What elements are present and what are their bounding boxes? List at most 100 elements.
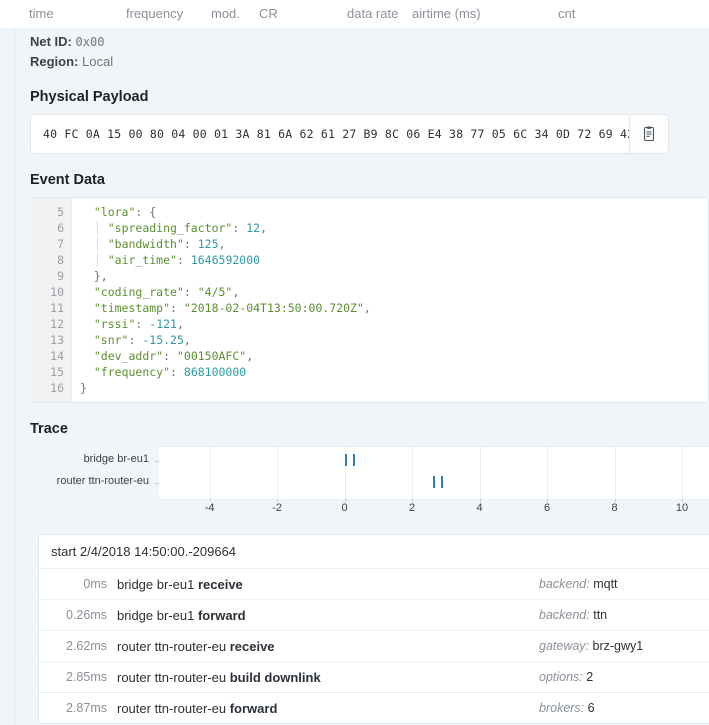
trace-chart-event-mark[interactable] [344,454,347,466]
trace-row-node: bridge br-eu1 [117,607,198,623]
event-data-code-block[interactable]: 5 6 7 8 9 10 11 12 13 14 15 16 "lora": { │ "spreadi… [30,197,709,403]
event-data-title: Event Data [30,172,105,188]
physical-payload-title: Physical Payload [30,89,149,105]
code-value: 125 [197,237,219,251]
trace-chart-category-label: router ttn-router-eu [56,475,149,487]
code-separator: : [176,253,191,267]
trace-chart-x-axis: -4 -2 0 2 4 6 8 10 [159,499,709,517]
trace-table-row[interactable]: 2.62ms router ttn-router-eu receive gatewa… [39,631,709,662]
trace-row-node: router ttn-router-eu [117,669,230,685]
trace-row-metadata: backend: mqtt [539,577,709,591]
trace-row-time: 2.62ms [66,639,107,653]
trace-row-metadata-value: brz-gwy1 [592,639,644,653]
column-header-cnt[interactable]: cnt [558,6,575,21]
trace-table-row[interactable]: 0.26ms bridge br-eu1 forward backend: ttn [39,600,709,631]
code-key: "timestamp" [93,301,171,315]
trace-chart-plot-area[interactable] [155,446,709,500]
code-line-number: 8 [57,253,64,267]
column-header-time[interactable]: time [29,6,54,21]
code-line-number: 9 [57,269,64,283]
trace-row-metadata: backend: ttn [539,608,709,622]
code-separator: : [170,365,184,379]
code-separator: : [135,317,150,331]
code-key: "bandwidth" [107,237,184,251]
trace-row-description: bridge br-eu1 forward [117,608,539,623]
code-comma: , [246,349,254,363]
code-line-number: 6 [57,221,64,235]
code-line-number: 15 [50,365,64,379]
trace-row-metadata-value: 2 [586,670,594,684]
trace-chart-category-tick [155,483,159,484]
copy-payload-button[interactable] [629,115,668,153]
trace-rows: 0ms bridge br-eu1 receive backend: mqtt 0.2… [39,569,709,723]
code-separator: : [183,285,198,299]
column-header-data-rate[interactable]: data rate [347,6,398,21]
code-key: "spreading_factor" [107,221,233,235]
trace-chart-x-ticklabel: 2 [409,502,416,514]
trace-row-description: router ttn-router-eu receive [117,639,539,654]
code-line-number: 16 [50,381,64,395]
trace-chart-event-mark[interactable] [432,476,435,488]
code-content[interactable]: "lora": { │ "spreading_factor": 12, │ "b… [72,198,708,402]
trace-chart-y-labels: bridge br-eu1 router ttn-router-eu [16,446,155,498]
trace-row-action: receive [229,638,275,654]
code-indent-guide [80,349,94,363]
net-id-row: Net ID: 0x00 [30,32,709,52]
trace-row-action: receive [197,576,243,592]
code-key: "snr" [93,333,129,347]
detail-panel: Net ID: 0x00 Region: Local Physical Payl… [16,28,709,725]
code-value: } [80,381,87,395]
trace-chart-x-ticklabel: 0 [341,502,348,514]
trace-row-metadata-key: options: [539,670,587,684]
code-line-number: 11 [50,301,64,315]
region-label: Region: [30,54,79,69]
code-key: "rssi" [93,317,136,331]
trace-row-node: router ttn-router-eu [117,638,230,654]
code-value: -15.25 [142,333,184,347]
code-comma: , [183,333,191,347]
clipboard-icon [642,126,656,142]
code-indent-guide: │ [93,221,108,235]
code-value: "4/5" [197,285,233,299]
code-separator: : [128,333,143,347]
code-line: │ "spreading_factor": 12, [80,220,708,236]
trace-chart-gridline [277,447,279,499]
code-indent-guide: │ [93,237,108,251]
trace-table-row[interactable]: 0ms bridge br-eu1 receive backend: mqtt [39,569,709,600]
trace-chart-event-mark[interactable] [353,454,356,466]
code-indent-guide [80,317,94,331]
device-meta-block: Net ID: 0x00 Region: Local [16,28,709,71]
trace-table-row[interactable]: 2.85ms router ttn-router-eu build downlin… [39,662,709,693]
trace-chart-x-ticklabel: -4 [204,502,215,514]
column-header-cr[interactable]: CR [259,6,278,21]
trace-chart-gridline [209,447,211,499]
code-indent-guide [80,285,94,299]
trace-row-metadata-value: 6 [587,701,595,715]
trace-start-label: start 2/4/2018 14:50:00.-209664 [39,535,709,569]
code-line-number: 12 [50,317,64,331]
trace-table-row[interactable]: 2.87ms router ttn-router-eu forward broker… [39,693,709,723]
code-indent-guide [80,253,94,267]
trace-row-action: forward [197,607,246,623]
trace-chart-x-ticklabel: 10 [675,502,689,514]
code-line: "coding_rate": "4/5", [80,284,708,300]
column-header-mod[interactable]: mod. [211,6,240,21]
physical-payload-value[interactable]: 40 FC 0A 15 00 80 04 00 01 3A 81 6A 62 6… [31,115,629,153]
trace-row-metadata: gateway: brz-gwy1 [539,639,709,653]
code-value: 12 [246,221,261,235]
code-indent-guide: │ [93,253,108,267]
column-header-frequency[interactable]: frequency [126,6,183,21]
code-line: "lora": { [80,204,708,220]
trace-row-metadata-key: brokers: [539,701,588,715]
code-value: 1646592000 [190,253,261,267]
column-header-airtime[interactable]: airtime (ms) [412,6,481,21]
code-key: "lora" [93,205,136,219]
code-comma: , [232,285,240,299]
code-indent-guide [80,205,94,219]
trace-row-metadata-value: ttn [593,608,608,622]
code-line: "frequency": 868100000 [80,364,708,380]
region-row: Region: Local [30,52,709,71]
code-line: "dev_addr": "00150AFC", [80,348,708,364]
trace-row-time: 2.87ms [66,701,107,715]
trace-chart-event-mark[interactable] [441,476,444,488]
